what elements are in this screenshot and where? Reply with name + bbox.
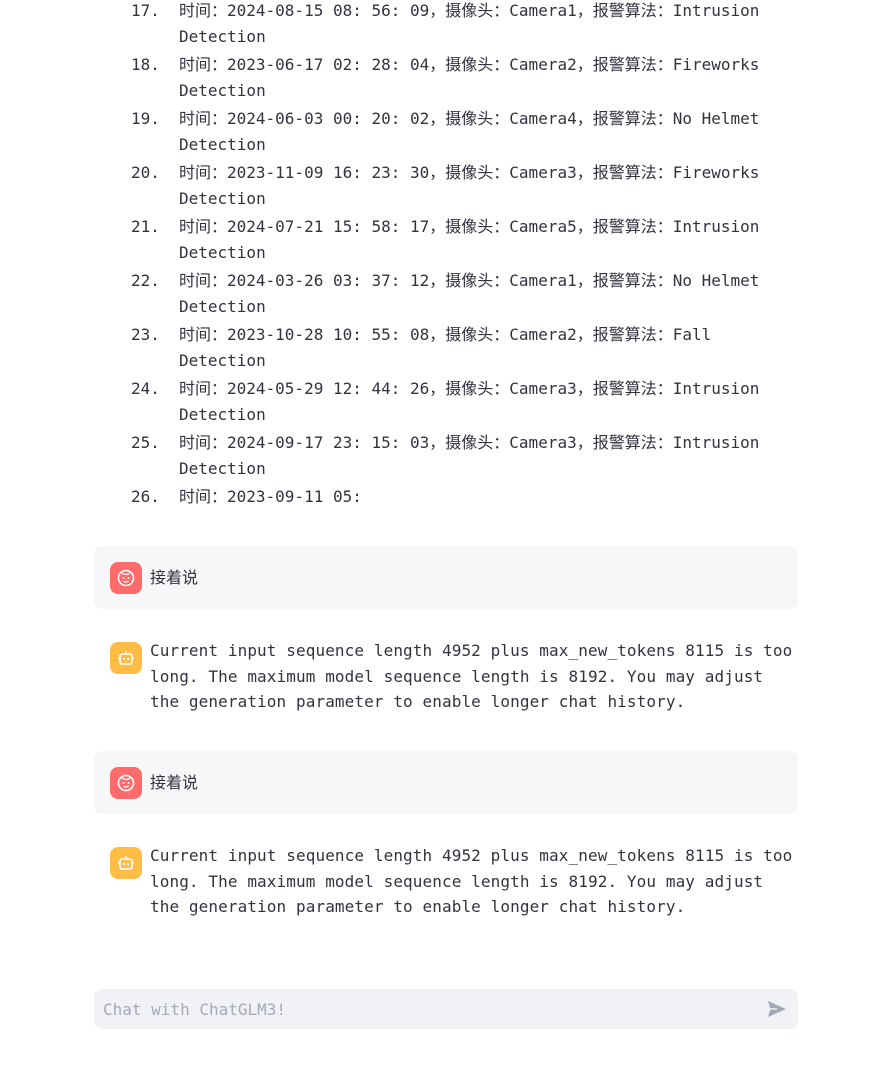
- assistant-message-text: Current input sequence length 4952 plus …: [150, 846, 793, 916]
- user-face-icon: [110, 767, 142, 799]
- list-item-text: 时间：2024-03-26 03: 37: 12，摄像头：Camera1，报警算…: [179, 271, 760, 316]
- list-number: 26.: [131, 487, 160, 506]
- alarm-history-list: 17. 时间：2024-08-15 08: 56: 09，摄像头：Camera1，…: [0, 0, 892, 513]
- send-icon[interactable]: [766, 999, 788, 1019]
- list-item-text: 时间：2024-07-21 15: 58: 17，摄像头：Camera5，报警算…: [179, 217, 760, 262]
- list-number: 23.: [131, 325, 160, 344]
- list-item: 19. 时间：2024-06-03 00: 20: 02，摄像头：Camera4，…: [0, 106, 779, 157]
- list-item: 18. 时间：2023-06-17 02: 28: 04，摄像头：Camera2，…: [0, 52, 779, 103]
- user-message-text: 接着说: [150, 773, 199, 792]
- robot-icon: [110, 642, 142, 674]
- list-item-text: 时间：2023-06-17 02: 28: 04，摄像头：Camera2，报警算…: [179, 55, 760, 100]
- list-item-text: 时间：2024-05-29 12: 44: 26，摄像头：Camera3，报警算…: [179, 379, 760, 424]
- list-item-text: 时间：2023-09-11 05:: [179, 487, 362, 506]
- list-number: 22.: [131, 271, 160, 290]
- list-number: 20.: [131, 163, 160, 182]
- chat-input[interactable]: [94, 989, 743, 1029]
- user-message-text: 接着说: [150, 568, 199, 587]
- robot-icon: [110, 847, 142, 879]
- list-item: 26. 时间：2023-09-11 05:: [0, 484, 779, 510]
- list-number: 21.: [131, 217, 160, 236]
- list-item: 24. 时间：2024-05-29 12: 44: 26，摄像头：Camera3，…: [0, 376, 779, 427]
- list-item: 23. 时间：2023-10-28 10: 55: 08，摄像头：Camera2，…: [0, 322, 779, 373]
- assistant-message: Current input sequence length 4952 plus …: [94, 846, 798, 927]
- list-item-text: 时间：2024-09-17 23: 15: 03，摄像头：Camera3，报警算…: [179, 433, 760, 478]
- list-item-text: 时间：2023-10-28 10: 55: 08，摄像头：Camera2，报警算…: [179, 325, 712, 370]
- assistant-message: Current input sequence length 4952 plus …: [94, 641, 798, 722]
- user-message: 接着说: [94, 751, 798, 814]
- list-item: 20. 时间：2023-11-09 16: 23: 30，摄像头：Camera3，…: [0, 160, 779, 211]
- assistant-message-text: Current input sequence length 4952 plus …: [150, 641, 793, 711]
- list-item: 21. 时间：2024-07-21 15: 58: 17，摄像头：Camera5，…: [0, 214, 779, 265]
- list-item: 17. 时间：2024-08-15 08: 56: 09，摄像头：Camera1，…: [0, 0, 779, 49]
- list-item-text: 时间：2024-06-03 00: 20: 02，摄像头：Camera4，报警算…: [179, 109, 760, 154]
- user-face-icon: [110, 562, 142, 594]
- list-number: 18.: [131, 55, 160, 74]
- user-message: 接着说: [94, 546, 798, 609]
- list-number: 19.: [131, 109, 160, 128]
- list-number: 24.: [131, 379, 160, 398]
- list-item: 25. 时间：2024-09-17 23: 15: 03，摄像头：Camera3，…: [0, 430, 779, 481]
- chat-input-bar: [94, 989, 798, 1029]
- list-number: 25.: [131, 433, 160, 452]
- list-item: 22. 时间：2024-03-26 03: 37: 12，摄像头：Camera1，…: [0, 268, 779, 319]
- list-item-text: 时间：2024-08-15 08: 56: 09，摄像头：Camera1，报警算…: [179, 1, 760, 46]
- list-item-text: 时间：2023-11-09 16: 23: 30，摄像头：Camera3，报警算…: [179, 163, 760, 208]
- list-number: 17.: [131, 1, 160, 20]
